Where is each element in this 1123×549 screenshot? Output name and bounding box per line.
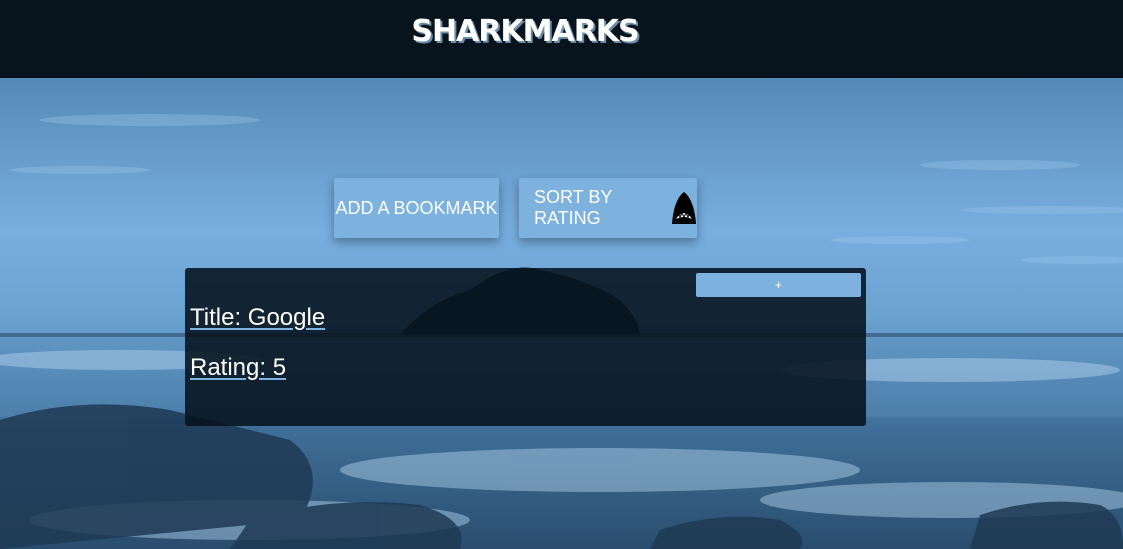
bookmark-card: + Title: Google Rating: 5 (185, 268, 866, 426)
bookmark-title-link[interactable]: Title: Google (190, 304, 325, 332)
bookmark-rating-link[interactable]: Rating: 5 (190, 354, 286, 382)
expand-bookmark-button[interactable]: + (696, 273, 861, 297)
shark-jaws-icon (671, 191, 697, 225)
add-bookmark-label: ADD A BOOKMARK (335, 197, 498, 218)
sort-by-rating-button[interactable]: SORT BY RATING (519, 178, 697, 238)
sort-by-rating-label: SORT BY RATING (534, 187, 613, 228)
add-bookmark-button[interactable]: ADD A BOOKMARK (334, 178, 499, 238)
site-logo[interactable]: SHARKMARKS (0, 14, 1050, 49)
